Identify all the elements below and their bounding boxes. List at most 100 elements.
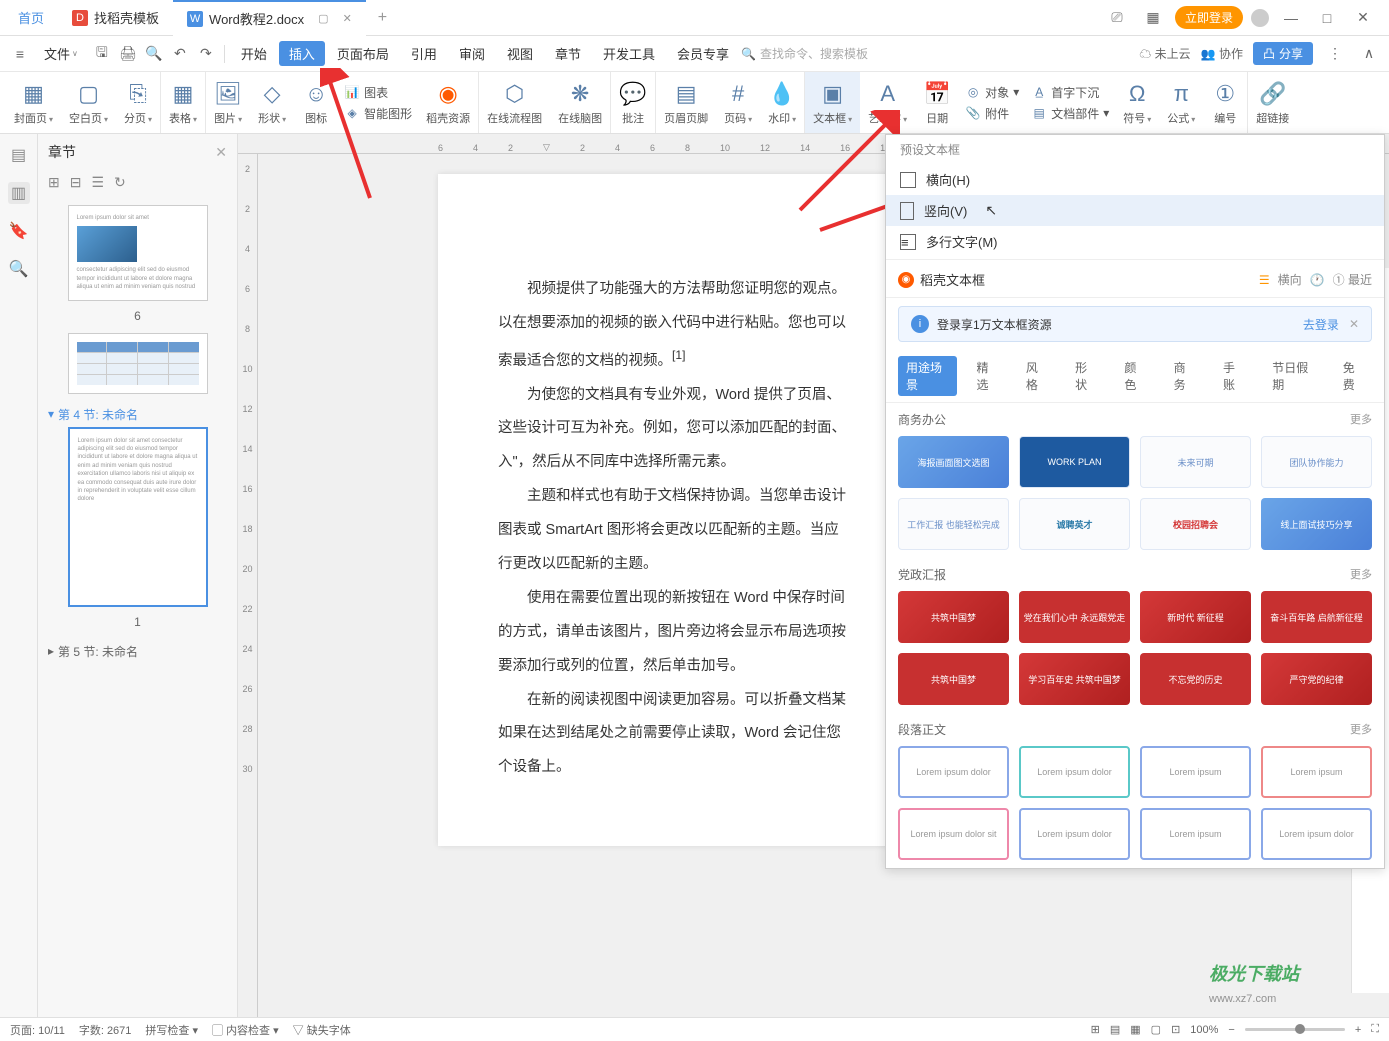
more-link[interactable]: 更多 — [1350, 411, 1372, 428]
textbox-vertical[interactable]: 竖向(V) ↖ — [886, 195, 1384, 226]
expand-icon[interactable]: ⊞ — [48, 174, 60, 191]
template-item[interactable]: 学习百年史 共筑中国梦 — [1019, 653, 1130, 705]
ribbon-object[interactable]: ◎对象▾ — [965, 84, 1019, 101]
template-item[interactable]: 校园招聘会 — [1140, 498, 1251, 550]
status-missing-font[interactable]: ▽ 缺失字体 — [293, 1022, 351, 1038]
preview-icon[interactable]: 🔍 — [142, 42, 166, 66]
cloud-status[interactable]: ☁ 未上云 — [1139, 45, 1190, 62]
tab-document[interactable]: W Word教程2.docx ▢ ✕ — [173, 0, 366, 36]
login-link[interactable]: 去登录 — [1303, 316, 1339, 333]
ribbon-blank-page[interactable]: ▢空白页▾ — [61, 72, 116, 133]
template-item[interactable]: Lorem ipsum dolor — [1019, 808, 1130, 860]
ribbon-flowchart[interactable]: ⬡在线流程图 — [479, 72, 550, 133]
cat-style[interactable]: 风格 — [1018, 356, 1055, 396]
avatar[interactable] — [1251, 9, 1269, 27]
menu-hamburger-icon[interactable]: ≡ — [8, 42, 32, 66]
ribbon-doc-parts[interactable]: ▤文档部件▾ — [1031, 105, 1109, 122]
more-link[interactable]: 更多 — [1350, 721, 1372, 738]
ribbon-symbol[interactable]: Ω符号▾ — [1115, 72, 1159, 133]
horizontal-link[interactable]: 横向 — [1278, 271, 1302, 288]
thumbnail-table[interactable] — [68, 333, 208, 394]
cat-shape[interactable]: 形状 — [1067, 356, 1104, 396]
sections-icon[interactable]: ▥ — [8, 182, 30, 204]
menu-devtools[interactable]: 开发工具 — [593, 36, 665, 72]
ribbon-header-footer[interactable]: ▤页眉页脚 — [656, 72, 716, 133]
ribbon-smartart[interactable]: ◈智能图形 — [344, 105, 412, 122]
cat-holiday[interactable]: 节日假期 — [1264, 356, 1323, 396]
ribbon-docer-resource[interactable]: ◉稻壳资源 — [418, 72, 479, 133]
apps-icon[interactable]: ▦ — [1139, 4, 1167, 32]
ribbon-page-number[interactable]: #页码▾ — [716, 72, 760, 133]
thumbnail-page-1[interactable]: Lorem ipsum dolor sit amet consectetur a… — [68, 427, 208, 607]
ribbon-comment[interactable]: 💬批注 — [611, 72, 656, 133]
search-icon[interactable]: 🔍 — [8, 258, 30, 280]
collaborate-button[interactable]: 👥 协作 — [1201, 45, 1243, 62]
status-spellcheck[interactable]: 拼写检查 ▾ — [145, 1022, 198, 1038]
template-item[interactable]: Lorem ipsum dolor — [898, 746, 1009, 798]
maximize-button[interactable]: □ — [1313, 4, 1341, 32]
zoom-out-button[interactable]: − — [1228, 1024, 1234, 1036]
menu-file[interactable]: 文件∨ — [34, 36, 88, 72]
ribbon-shape[interactable]: ◇形状▾ — [250, 72, 294, 133]
menu-reference[interactable]: 引用 — [401, 36, 447, 72]
template-item[interactable]: 共筑中国梦 — [898, 591, 1009, 643]
ribbon-attachment[interactable]: 📎附件 — [965, 105, 1019, 122]
cat-featured[interactable]: 精选 — [969, 356, 1006, 396]
template-item[interactable]: 工作汇报 也能轻松完成 — [898, 498, 1009, 550]
cat-business[interactable]: 商务 — [1166, 356, 1203, 396]
cat-journal[interactable]: 手账 — [1215, 356, 1252, 396]
textbox-multiline[interactable]: ≡多行文字(M) — [886, 226, 1384, 257]
tab-home[interactable]: 首页 — [4, 0, 58, 36]
recent-link[interactable]: ① 最近 — [1333, 271, 1372, 288]
tab-templates[interactable]: D 找稻壳模板 — [58, 0, 173, 36]
bookmark-icon[interactable]: 🔖 — [8, 220, 30, 242]
collapse-icon[interactable]: ⊟ — [70, 174, 82, 191]
tab-menu-icon[interactable]: ▢ — [318, 12, 328, 25]
cat-usage[interactable]: 用途场景 — [898, 356, 957, 396]
ribbon-chart[interactable]: 📊图表 — [344, 84, 412, 101]
save-icon[interactable]: 🖫 — [90, 42, 114, 66]
template-item[interactable]: Lorem ipsum — [1261, 746, 1372, 798]
template-item[interactable]: WORK PLAN — [1019, 436, 1130, 488]
template-item[interactable]: 海报画面图文选图 — [898, 436, 1009, 488]
minimize-button[interactable]: — — [1277, 4, 1305, 32]
template-item[interactable]: 新时代 新征程 — [1140, 591, 1251, 643]
menu-member[interactable]: 会员专享 — [667, 36, 739, 72]
view-mode-icon[interactable]: ▢ — [1151, 1023, 1161, 1036]
ribbon-textbox[interactable]: ▣文本框▾ — [805, 72, 860, 133]
vertical-ruler[interactable]: 224681012141618202224262830 — [238, 154, 258, 1017]
collapse-ribbon-icon[interactable]: ∧ — [1357, 42, 1381, 66]
template-item[interactable]: Lorem ipsum dolor — [1261, 808, 1372, 860]
ribbon-picture[interactable]: 🖼图片▾ — [206, 72, 250, 133]
cat-color[interactable]: 颜色 — [1116, 356, 1153, 396]
ribbon-mindmap[interactable]: ❋在线脑图 — [550, 72, 611, 133]
template-item[interactable]: 线上面试技巧分享 — [1261, 498, 1372, 550]
close-button[interactable]: ✕ — [1349, 4, 1377, 32]
view-mode-icon[interactable]: ▤ — [1110, 1023, 1120, 1036]
outline-icon[interactable]: ▤ — [8, 144, 30, 166]
zoom-in-button[interactable]: + — [1355, 1024, 1361, 1036]
template-item[interactable]: 不忘党的历史 — [1140, 653, 1251, 705]
template-item[interactable]: 党在我们心中 永远跟党走 — [1019, 591, 1130, 643]
template-item[interactable]: Lorem ipsum — [1140, 746, 1251, 798]
login-button[interactable]: 立即登录 — [1175, 6, 1243, 29]
template-item[interactable]: Lorem ipsum dolor sit — [898, 808, 1009, 860]
menu-layout[interactable]: 页面布局 — [327, 36, 399, 72]
menu-insert[interactable]: 插入 — [279, 41, 325, 66]
view-mode-icon[interactable]: ⊞ — [1091, 1023, 1100, 1036]
more-link[interactable]: 更多 — [1350, 566, 1372, 583]
new-tab-button[interactable]: + — [366, 9, 399, 27]
section-5-title[interactable]: ▸ 第 5 节: 未命名 — [48, 639, 227, 664]
template-item[interactable]: 未来可期 — [1140, 436, 1251, 488]
textbox-horizontal[interactable]: 横向(H) — [886, 164, 1384, 195]
template-item[interactable]: 共筑中国梦 — [898, 653, 1009, 705]
status-word-count[interactable]: 字数: 2671 — [79, 1022, 132, 1038]
ribbon-number[interactable]: ①编号 — [1203, 72, 1248, 133]
menu-review[interactable]: 审阅 — [449, 36, 495, 72]
menu-start[interactable]: 开始 — [231, 36, 277, 72]
ribbon-dropcap[interactable]: A̲首字下沉 — [1031, 84, 1109, 101]
history-icon[interactable]: 🕐 — [1310, 273, 1325, 287]
close-icon[interactable]: ✕ — [343, 12, 352, 25]
menu-section[interactable]: 章节 — [545, 36, 591, 72]
template-item[interactable]: Lorem ipsum dolor — [1019, 746, 1130, 798]
